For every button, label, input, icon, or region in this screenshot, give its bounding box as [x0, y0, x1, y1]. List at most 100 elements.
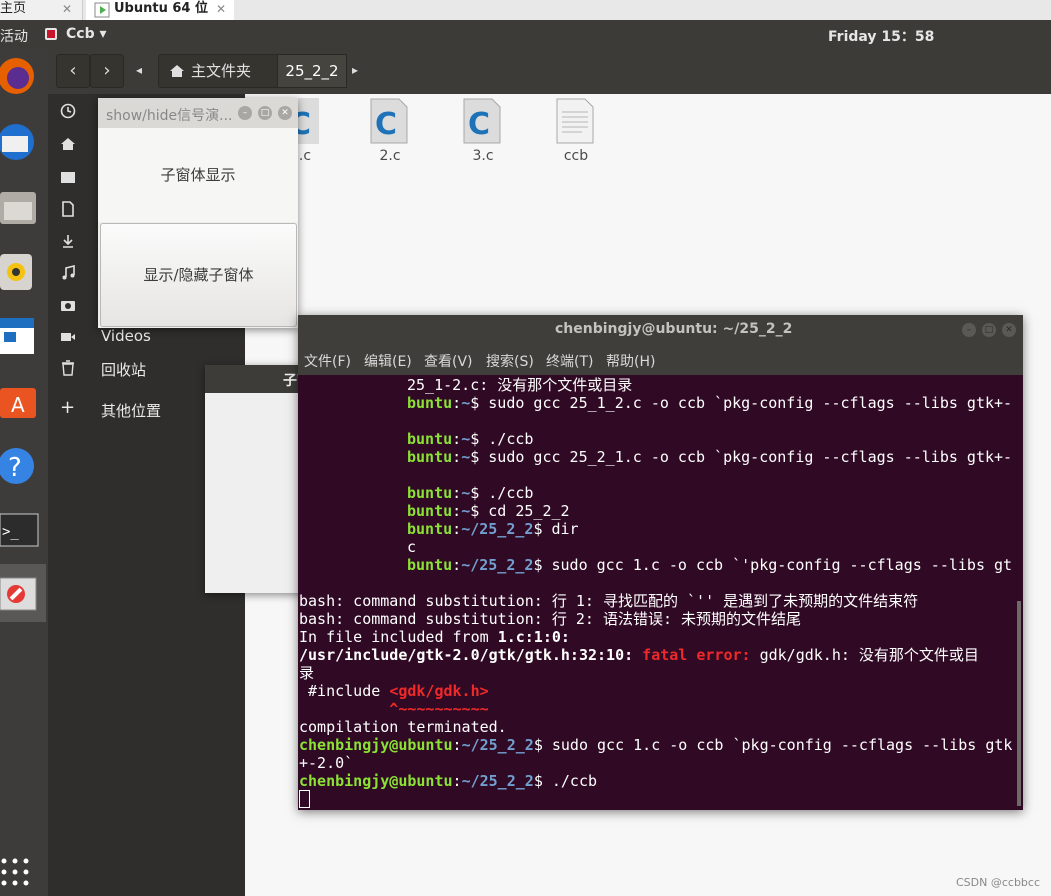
svg-text:?: ?	[8, 453, 22, 483]
minimize-icon[interactable]: –	[962, 323, 976, 337]
terminal-line: buntu:~$ ./ccb	[407, 484, 534, 502]
software-center-icon[interactable]: A	[0, 382, 40, 422]
chevron-left-icon: ‹	[69, 60, 77, 81]
gtk-app-icon[interactable]	[0, 574, 40, 614]
menu-file[interactable]: 文件(F)	[304, 351, 351, 371]
vmware-tab-strip: 主页 ✕ Ubuntu 64 位 ✕	[0, 0, 1051, 20]
terminal-icon[interactable]: >_	[0, 510, 40, 550]
music-icon[interactable]	[60, 265, 76, 281]
terminal-line: c	[407, 538, 417, 556]
app-menu[interactable]: Ccb ▾	[66, 26, 107, 42]
file-name: 3.c	[472, 148, 494, 164]
terminal-line: ^~~~~~~~~~~	[299, 700, 489, 718]
pictures-icon[interactable]	[60, 297, 76, 313]
writer-icon[interactable]	[0, 316, 40, 356]
dock: A ? >_	[0, 48, 48, 896]
toggle-child-button[interactable]: 显示/隐藏子窗体	[100, 223, 297, 327]
svg-text:C: C	[375, 107, 397, 142]
plus-icon[interactable]: +	[60, 397, 75, 418]
terminal-line: buntu:~/25_2_2$ dir	[407, 520, 579, 538]
terminal-output[interactable]: 25_1-2.c: 没有那个文件或目录 buntu:~$ sudo gcc 25…	[298, 375, 1023, 810]
terminal-line: buntu:~/25_2_2$ sudo gcc 1.c -o ccb `'pk…	[407, 556, 1013, 574]
tab-ubuntu-label: Ubuntu 64 位	[114, 1, 208, 16]
menu-edit[interactable]: 编辑(E)	[364, 351, 412, 371]
close-icon[interactable]: ✕	[1002, 323, 1016, 337]
path-scroll-left-icon[interactable]: ◂	[130, 54, 148, 86]
show-applications-icon[interactable]	[0, 856, 34, 890]
menu-help[interactable]: 帮助(H)	[606, 351, 655, 371]
thunderbird-icon[interactable]	[0, 122, 40, 162]
tab-home[interactable]: 主页 ✕	[0, 0, 83, 20]
terminal-line: bash: command substitution: 行 1: 寻找匹配的 `…	[299, 592, 919, 610]
chevron-right-icon: ›	[103, 60, 111, 81]
file-name: 2.c	[379, 148, 401, 164]
clock[interactable]: Friday 15：58	[828, 26, 934, 46]
show-hide-window: show/hide信号演... – □ ✕ 子窗体显示 显示/隐藏子窗体	[98, 98, 298, 328]
c-source-file-icon: C	[370, 98, 408, 144]
terminal-line: buntu:~$ sudo gcc 25_2_1.c -o ccb `pkg-c…	[407, 448, 1013, 466]
terminal-line: /usr/include/gtk-2.0/gtk/gtk.h:32:10: fa…	[299, 646, 979, 664]
desktop-icon[interactable]	[60, 169, 76, 185]
window-title: chenbingjy@ubuntu: ~/25_2_2	[555, 321, 793, 337]
back-button[interactable]: ‹	[56, 54, 90, 88]
path-scroll-right-icon[interactable]: ▸	[346, 54, 364, 86]
videos-icon[interactable]	[60, 329, 76, 345]
terminal-menubar: 文件(F) 编辑(E) 查看(V) 搜索(S) 终端(T) 帮助(H)	[298, 345, 1023, 375]
close-icon[interactable]: ✕	[278, 106, 292, 120]
svg-text:A: A	[11, 393, 25, 417]
c-source-file-icon: C	[463, 98, 501, 144]
terminal-line: chenbingjy@ubuntu:~/25_2_2$ sudo gcc 1.c…	[299, 736, 1013, 754]
terminal-line: #include <gdk/gdk.h>	[299, 682, 489, 700]
maximize-icon[interactable]: □	[258, 106, 272, 120]
path-home-button[interactable]: 主文件夹	[158, 54, 278, 88]
terminal-window: chenbingjy@ubuntu: ~/25_2_2 – □ ✕ 文件(F) …	[298, 315, 1023, 810]
svg-text:C: C	[468, 107, 490, 142]
minimize-icon[interactable]: –	[238, 106, 252, 120]
maximize-icon[interactable]: □	[982, 323, 996, 337]
tab-home-close-icon[interactable]: ✕	[62, 0, 72, 18]
child-visible-label: 子窗体显示	[98, 128, 298, 222]
help-icon[interactable]: ?	[0, 446, 40, 486]
terminal-line: 25_1-2.c: 没有那个文件或目录	[407, 376, 633, 394]
terminal-titlebar[interactable]: chenbingjy@ubuntu: ~/25_2_2 – □ ✕	[298, 315, 1023, 345]
forward-button[interactable]: ›	[90, 54, 124, 88]
downloads-icon[interactable]	[60, 233, 76, 249]
sidebar-item-videos[interactable]: Videos	[101, 327, 151, 345]
watermark: CSDN @ccbbcc	[956, 876, 1041, 889]
show-hide-window-titlebar[interactable]: show/hide信号演... – □ ✕	[98, 98, 298, 128]
activities-button[interactable]: 活动	[0, 26, 28, 46]
menu-search[interactable]: 搜索(S)	[486, 351, 534, 371]
documents-icon[interactable]	[60, 201, 76, 217]
tab-ubuntu[interactable]: Ubuntu 64 位 ✕	[86, 0, 234, 20]
terminal-line: buntu:~$ cd 25_2_2	[407, 502, 570, 520]
sidebar-item-other-locations[interactable]: 其他位置	[101, 400, 161, 421]
firefox-icon[interactable]	[0, 56, 40, 96]
terminal-line: +-2.0`	[299, 754, 354, 772]
file-name: ccb	[563, 148, 589, 164]
home-icon[interactable]	[60, 136, 76, 152]
home-icon	[170, 65, 184, 77]
top-panel: 活动 Ccb ▾ Friday 15：58	[0, 20, 1051, 48]
vm-play-icon	[94, 2, 110, 18]
tab-ubuntu-close-icon[interactable]: ✕	[216, 0, 226, 18]
app-menu-icon	[45, 28, 57, 40]
terminal-cursor	[299, 790, 310, 808]
files-icon[interactable]	[0, 188, 40, 228]
menu-terminal[interactable]: 终端(T)	[546, 351, 593, 371]
recent-icon[interactable]	[60, 103, 76, 119]
terminal-scrollbar[interactable]	[1017, 601, 1021, 806]
menu-view[interactable]: 查看(V)	[424, 351, 473, 371]
terminal-line: buntu:~$ ./ccb	[407, 430, 534, 448]
terminal-line: In file included from 1.c:1:0:	[299, 628, 570, 646]
trash-icon[interactable]	[60, 360, 76, 376]
path-home-label: 主文件夹	[191, 62, 252, 80]
text-file-icon	[556, 98, 594, 144]
sidebar-item-trash[interactable]: 回收站	[101, 359, 146, 380]
terminal-line: buntu:~$ sudo gcc 25_1_2.c -o ccb `pkg-c…	[407, 394, 1013, 412]
rhythmbox-icon[interactable]	[0, 252, 40, 292]
svg-text:>_: >_	[2, 524, 19, 540]
terminal-line: bash: command substitution: 行 2: 语法错误: 未…	[299, 610, 802, 628]
path-current-button[interactable]: 25_2_2	[277, 54, 347, 88]
terminal-line: compilation terminated.	[299, 718, 507, 736]
terminal-line: 录	[299, 664, 315, 682]
